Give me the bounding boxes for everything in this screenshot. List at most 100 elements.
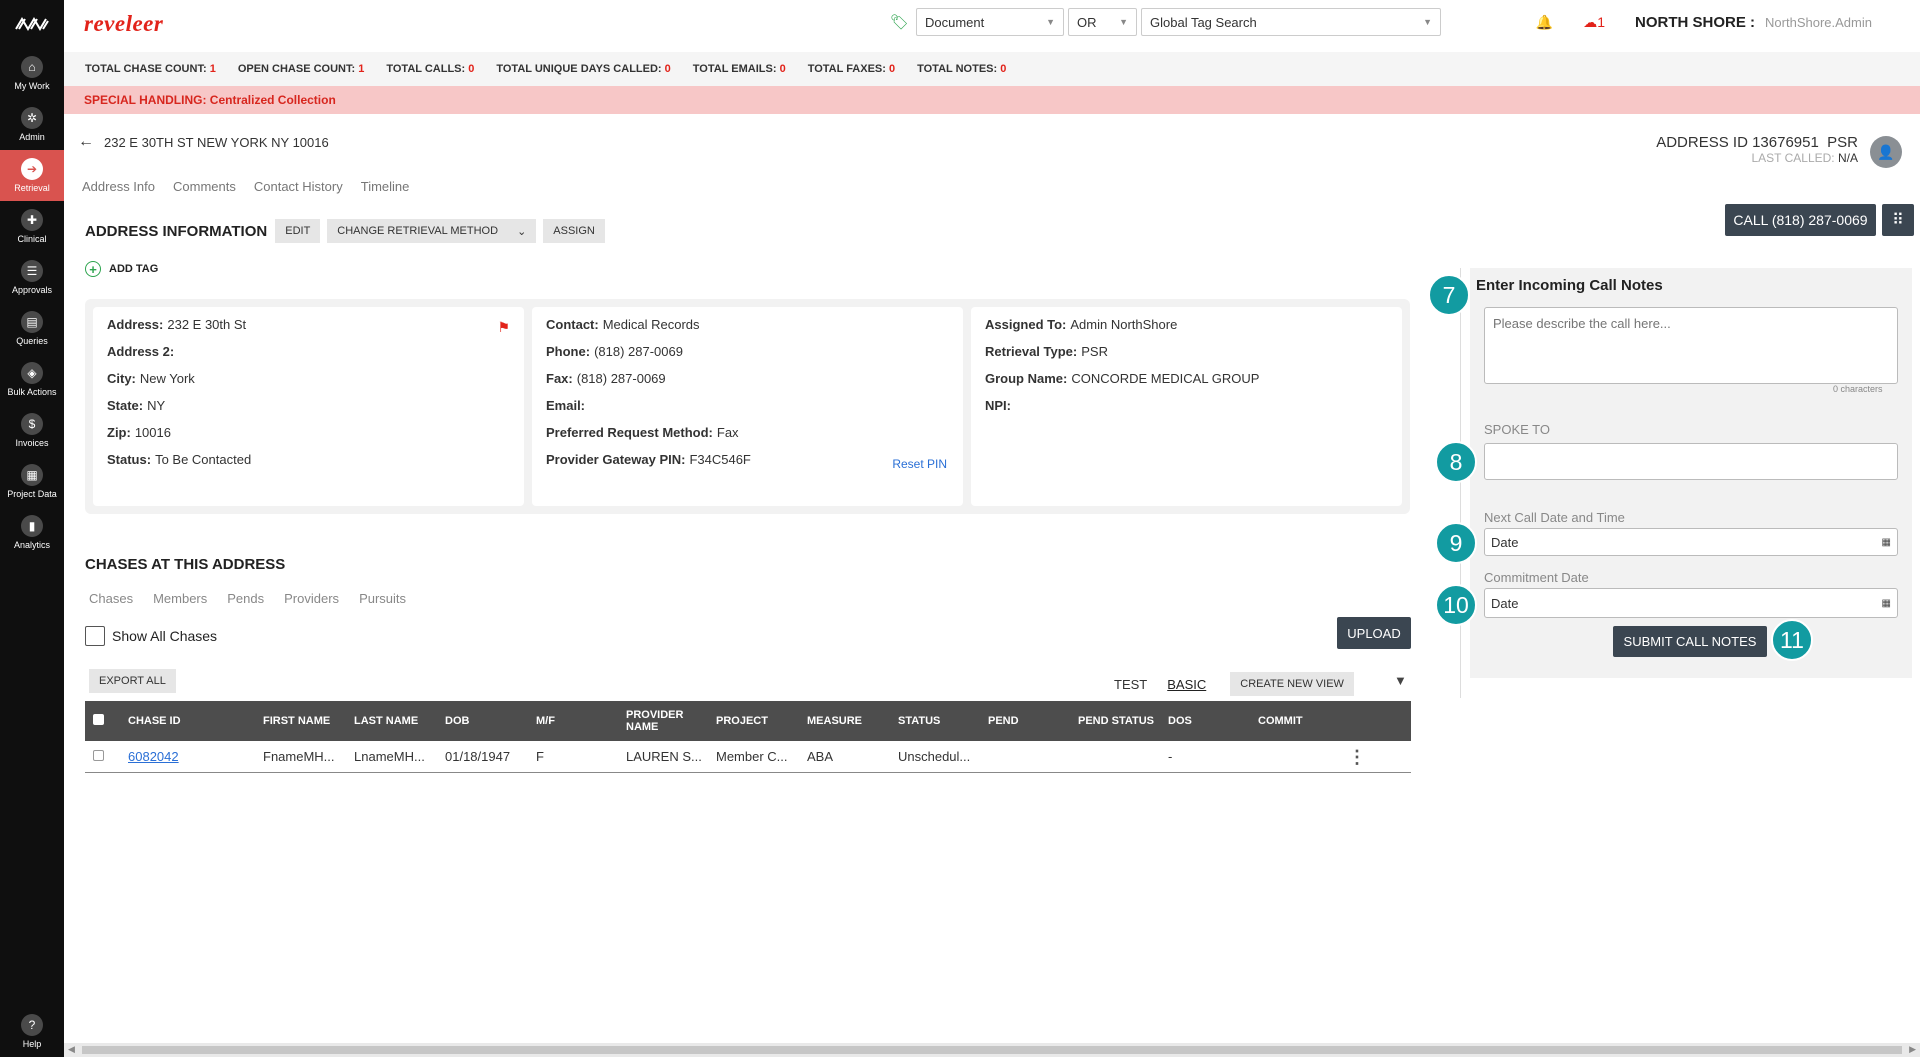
export-all-button[interactable]: EXPORT ALL xyxy=(89,669,176,693)
calendar-icon[interactable]: ▦ xyxy=(1882,537,1891,548)
change-retrieval-method-button[interactable]: CHANGE RETRIEVAL METHOD ⌄ xyxy=(327,219,537,243)
sidebar-item-project-data[interactable]: ▦ Project Data xyxy=(0,456,64,507)
last-called-value: N/A xyxy=(1837,151,1858,165)
column-header[interactable]: COMMIT xyxy=(1258,715,1348,727)
info-key: Contact: xyxy=(546,317,599,332)
retrieval-icon: ➔ xyxy=(21,158,43,180)
flag-icon[interactable]: ⚑ xyxy=(497,319,510,336)
add-tag-button[interactable]: + ADD TAG xyxy=(85,261,158,277)
column-header[interactable]: CHASE ID xyxy=(128,715,263,727)
sidebar-item-admin[interactable]: ✲ Admin xyxy=(0,99,64,150)
tab-timeline[interactable]: Timeline xyxy=(361,179,410,194)
sidebar-item-queries[interactable]: ▤ Queries xyxy=(0,303,64,354)
sidebar-item-label: Queries xyxy=(16,336,48,346)
next-call-date-input[interactable]: Date ▦ xyxy=(1484,528,1898,556)
sidebar-item-my-work[interactable]: ⌂ My Work xyxy=(0,48,64,99)
sidebar-item-bulk-actions[interactable]: ◈ Bulk Actions xyxy=(0,354,64,405)
assign-button[interactable]: ASSIGN xyxy=(543,219,605,243)
avatar[interactable]: 👤 xyxy=(1870,136,1902,168)
show-all-checkbox[interactable] xyxy=(85,626,105,646)
next-call-value: Date xyxy=(1491,534,1519,550)
info-value: 10016 xyxy=(134,425,171,440)
logo-icon xyxy=(15,17,49,31)
page-title: ← 232 E 30TH ST NEW YORK NY 10016 xyxy=(78,133,329,151)
scroll-right-icon[interactable]: ▶ xyxy=(1909,1044,1916,1055)
app-logo[interactable] xyxy=(0,0,64,48)
cloud-alert-icon[interactable]: ☁1 xyxy=(1583,14,1605,31)
tab-pends[interactable]: Pends xyxy=(227,591,264,606)
upload-button[interactable]: UPLOAD xyxy=(1337,617,1411,649)
call-notes-textarea[interactable] xyxy=(1484,307,1898,384)
step-badge-11: 11 xyxy=(1771,619,1813,661)
column-header[interactable]: DOS xyxy=(1168,715,1258,727)
edit-button[interactable]: EDIT xyxy=(275,219,321,243)
reset-pin-link[interactable]: Reset PIN xyxy=(892,457,947,471)
spoke-to-input[interactable] xyxy=(1484,443,1898,480)
column-header[interactable]: STATUS xyxy=(898,715,988,727)
column-header[interactable]: PEND xyxy=(988,715,1078,727)
step-badge-10: 10 xyxy=(1435,584,1477,626)
filter-icon[interactable]: ▼ xyxy=(1394,673,1407,688)
more-options-icon[interactable]: ⋮ xyxy=(1348,748,1388,766)
tab-pursuits[interactable]: Pursuits xyxy=(359,591,406,606)
view-basic[interactable]: BASIC xyxy=(1167,677,1206,692)
stat-label: TOTAL CALLS: xyxy=(386,63,466,75)
stat-label: OPEN CHASE COUNT: xyxy=(237,63,356,75)
sidebar-item-invoices[interactable]: $ Invoices xyxy=(0,405,64,456)
info-row: Zip: 10016 xyxy=(107,425,510,442)
tab-providers[interactable]: Providers xyxy=(284,591,339,606)
table-row[interactable]: 6082042 FnameMH... LnameMH... 01/18/1947 F LA… xyxy=(85,741,1411,773)
address-id: ADDRESS ID 13676951 xyxy=(1656,134,1819,151)
create-new-view-button[interactable]: CREATE NEW VIEW xyxy=(1230,672,1354,696)
brand-logo[interactable]: reveleer xyxy=(84,11,163,37)
column-header[interactable]: PROVIDER NAME xyxy=(626,709,716,733)
sidebar-item-approvals[interactable]: ☰ Approvals xyxy=(0,252,64,303)
tab-chases[interactable]: Chases xyxy=(89,591,133,606)
column-header[interactable]: DOB xyxy=(445,715,536,727)
submit-call-notes-button[interactable]: SUBMIT CALL NOTES xyxy=(1613,626,1767,657)
column-header[interactable]: PROJECT xyxy=(716,715,807,727)
address-card: ⚑ Address: 232 E 30th St Address 2: City: Ne… xyxy=(93,307,524,506)
bell-icon[interactable]: 🔔 xyxy=(1536,14,1553,31)
column-header[interactable]: MEASURE xyxy=(807,715,898,727)
horizontal-scrollbar[interactable]: ◀ ▶ xyxy=(64,1043,1920,1057)
calendar-icon[interactable]: ▦ xyxy=(1882,598,1891,609)
tab-comments[interactable]: Comments xyxy=(173,179,236,194)
scrollbar-thumb[interactable] xyxy=(82,1046,1902,1054)
tab-contact-history[interactable]: Contact History xyxy=(254,179,343,194)
view-test[interactable]: TEST xyxy=(1114,677,1147,692)
call-button[interactable]: CALL (818) 287-0069 xyxy=(1725,204,1876,236)
info-row: State: NY xyxy=(107,398,510,415)
row-checkbox[interactable] xyxy=(93,750,104,761)
show-all-chases[interactable]: Show All Chases xyxy=(85,626,217,646)
sidebar-item-clinical[interactable]: ✚ Clinical xyxy=(0,201,64,252)
back-arrow-icon[interactable]: ← xyxy=(78,133,94,151)
user-name[interactable]: NorthShore.Admin xyxy=(1765,15,1872,30)
cloud-count: 1 xyxy=(1597,14,1606,30)
sidebar-item-help[interactable]: ? Help xyxy=(0,1006,64,1057)
commitment-date-input[interactable]: Date ▦ xyxy=(1484,588,1898,618)
document-select[interactable]: Document ▼ xyxy=(916,8,1064,36)
tab-members[interactable]: Members xyxy=(153,591,207,606)
next-call-label: Next Call Date and Time xyxy=(1484,510,1625,525)
column-header[interactable]: FIRST NAME xyxy=(263,715,354,727)
tab-address-info[interactable]: Address Info xyxy=(82,179,155,194)
sidebar-item-retrieval[interactable]: ➔ Retrieval xyxy=(0,150,64,201)
or-select[interactable]: OR ▼ xyxy=(1068,8,1137,36)
info-value: New York xyxy=(139,371,195,386)
chevron-down-icon: ▼ xyxy=(1423,17,1432,27)
stat-value: 0 xyxy=(664,63,671,75)
select-all-checkbox[interactable] xyxy=(93,714,104,725)
column-header[interactable]: PEND STATUS xyxy=(1078,715,1168,727)
stat-label: TOTAL FAXES: xyxy=(807,63,886,75)
column-header[interactable]: LAST NAME xyxy=(354,715,445,727)
dialpad-button[interactable]: ⠿ xyxy=(1882,204,1914,236)
spoke-to-label: SPOKE TO xyxy=(1484,422,1550,437)
scroll-left-icon[interactable]: ◀ xyxy=(68,1044,75,1055)
step-badge-7: 7 xyxy=(1428,274,1470,316)
chase-id-link[interactable]: 6082042 xyxy=(128,749,263,764)
stat-item: TOTAL FAXES: 0 xyxy=(808,63,895,75)
global-tag-search-input[interactable]: Global Tag Search ▼ xyxy=(1141,8,1441,36)
sidebar-item-analytics[interactable]: ▮ Analytics xyxy=(0,507,64,558)
column-header[interactable]: M/F xyxy=(536,715,626,727)
